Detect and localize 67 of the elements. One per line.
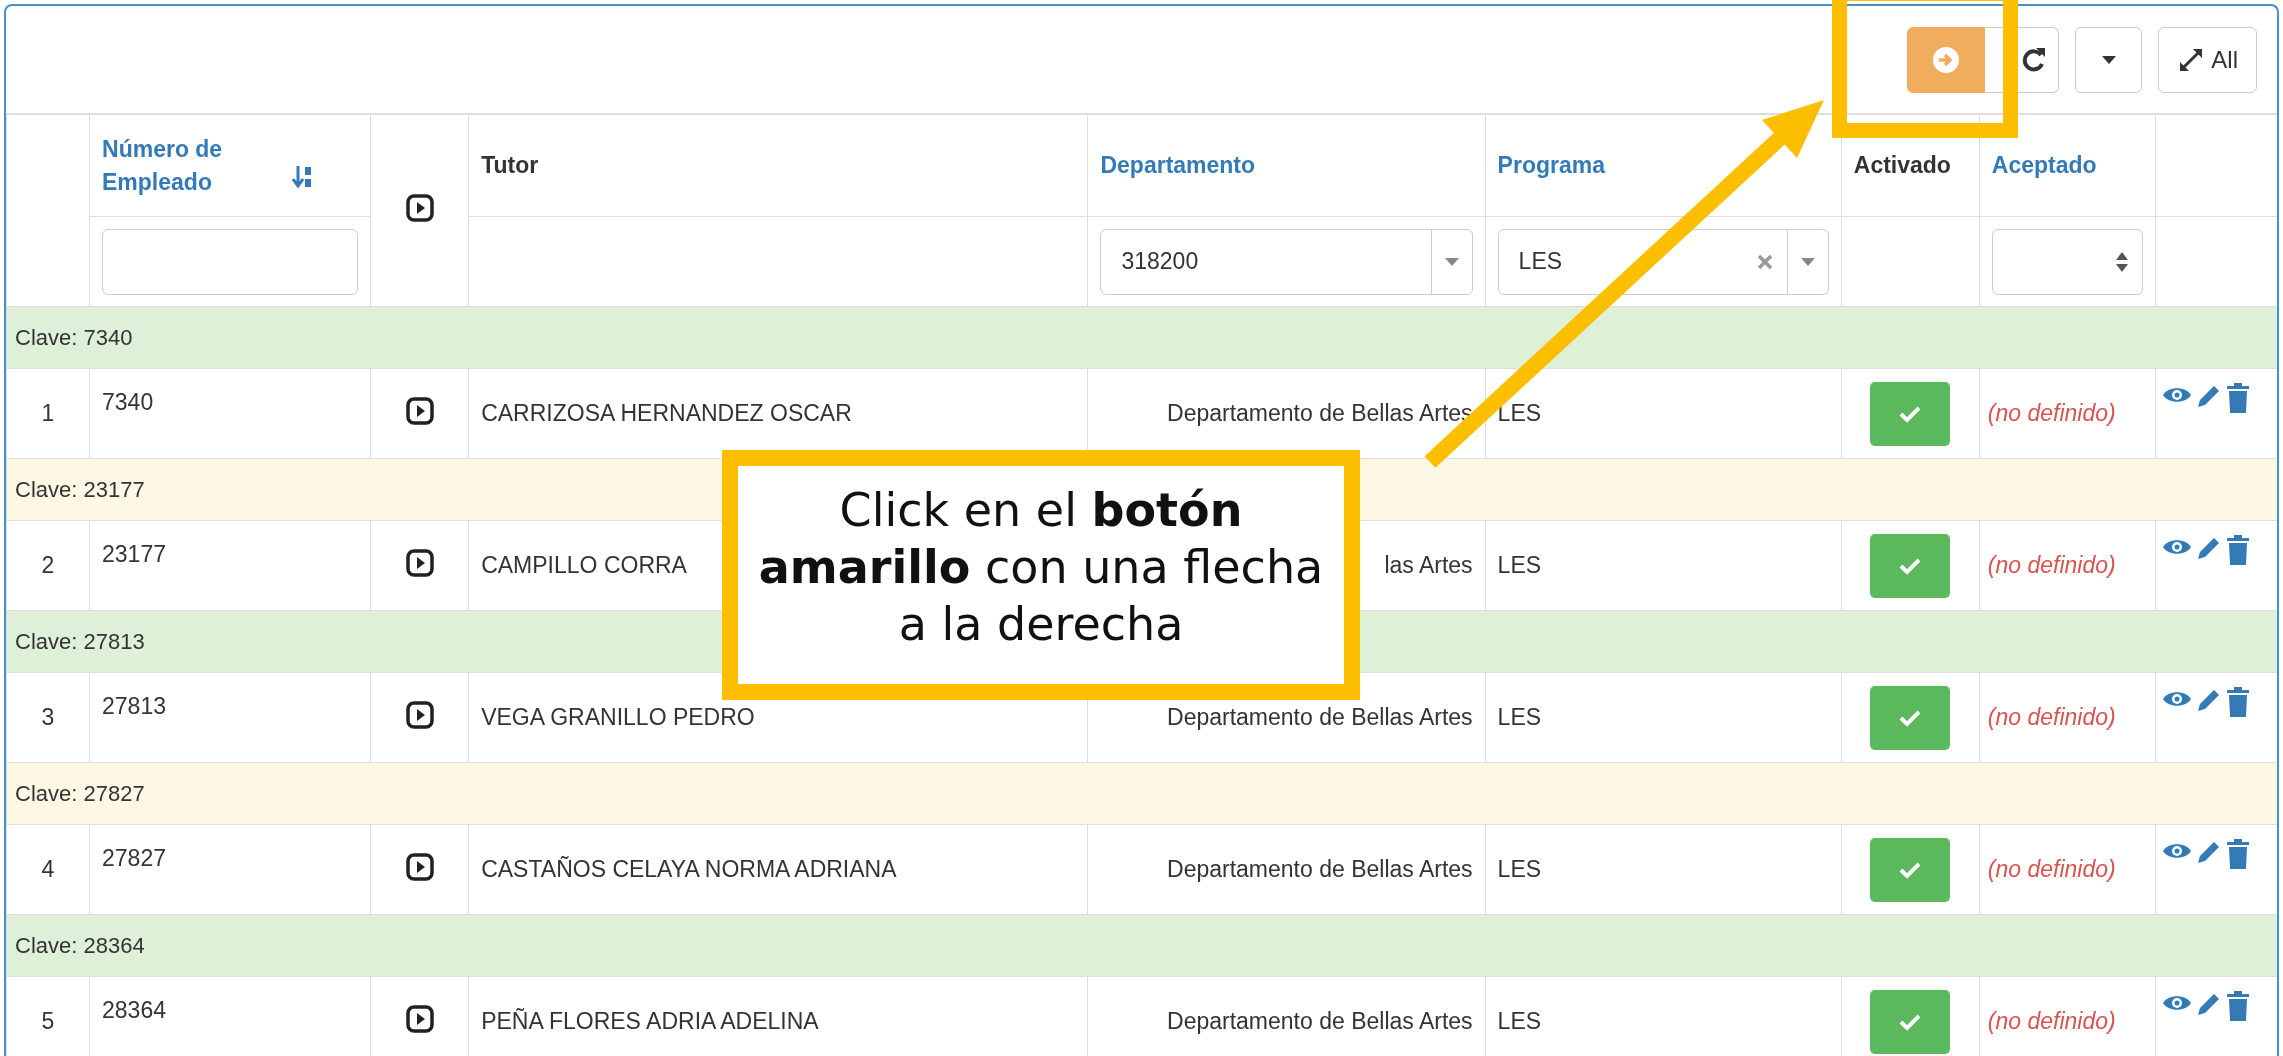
pencil-icon[interactable] (2195, 535, 2222, 561)
trash-icon[interactable] (2225, 991, 2250, 1021)
caret-icon (1800, 257, 1815, 266)
accepted-value: (no definido) (1987, 1008, 2116, 1034)
table-cell: 23177 (89, 520, 371, 611)
pencil-icon[interactable] (2195, 991, 2222, 1017)
accepted-value: (no definido) (1987, 400, 2116, 426)
trash-icon[interactable] (2225, 687, 2250, 717)
accepted-value: (no definido) (1987, 856, 2116, 882)
filter-select[interactable]: 318200 (1100, 228, 1473, 295)
trash-icon[interactable] (2225, 535, 2250, 565)
check-icon (1899, 1012, 1922, 1031)
play-icon[interactable] (405, 548, 434, 577)
column-header: Activado (1853, 151, 1951, 181)
table-cell: 7340 (89, 368, 371, 459)
clear-icon[interactable] (1756, 253, 1773, 270)
row-index: 5 (6, 976, 90, 1056)
row-index: 2 (6, 520, 90, 611)
table-cell: LES (1485, 824, 1842, 915)
caret-icon (2101, 55, 2116, 64)
activated-button[interactable] (1870, 989, 1951, 1054)
table-cell: Departamento de Bellas Artes (1087, 824, 1486, 915)
check-icon (1899, 404, 1922, 423)
column-header[interactable]: Aceptado (1991, 149, 2097, 182)
play-icon[interactable] (405, 1004, 434, 1033)
row-index: 1 (6, 368, 90, 459)
group-row: Clave: 28364 (6, 914, 2277, 977)
play-icon[interactable] (405, 396, 434, 425)
table-cell: LES (1485, 672, 1842, 763)
callout-text: Click en el botón amarillo con una flecha a la derecha (722, 450, 1360, 700)
group-row: Clave: 27827 (6, 762, 2277, 825)
column-header[interactable]: Departamento (1100, 149, 1256, 182)
table-cell: 27813 (89, 672, 371, 763)
play-icon[interactable] (405, 852, 434, 881)
table-cell: LES (1485, 368, 1842, 459)
play-icon[interactable] (405, 700, 434, 729)
pencil-icon[interactable] (2195, 687, 2222, 713)
caret-icon (1444, 257, 1459, 266)
filter-field[interactable] (102, 228, 359, 295)
up-down-icon (2115, 250, 2128, 273)
activated-button[interactable] (1870, 533, 1951, 598)
play-icon[interactable] (405, 193, 434, 222)
column-header: Tutor (481, 151, 539, 181)
activated-button[interactable] (1870, 837, 1951, 902)
arrow-circle-icon (1932, 45, 1961, 74)
pencil-icon[interactable] (2195, 383, 2222, 409)
activated-button[interactable] (1870, 685, 1951, 750)
activated-button[interactable] (1870, 381, 1951, 446)
check-icon (1899, 708, 1922, 727)
pencil-icon[interactable] (2195, 839, 2222, 865)
accepted-value: (no definido) (1987, 704, 2116, 730)
trash-icon[interactable] (2225, 383, 2250, 413)
expand-all-button[interactable]: All (2158, 26, 2257, 93)
table-cell: CASTAÑOS CELAYA NORMA ADRIANA (468, 824, 1088, 915)
check-icon (1899, 556, 1922, 575)
trash-icon[interactable] (2225, 839, 2250, 869)
row-index: 4 (6, 824, 90, 915)
group-row: Clave: 7340 (6, 306, 2277, 369)
row-index: 3 (6, 672, 90, 763)
column-header[interactable]: Programa (1497, 149, 1605, 182)
check-icon (1899, 860, 1922, 879)
accepted-value: (no definido) (1987, 552, 2116, 578)
filter-select[interactable]: LES (1497, 228, 1829, 295)
sort-icon (292, 163, 313, 190)
table-cell: LES (1485, 520, 1842, 611)
table-cell: 27827 (89, 824, 371, 915)
refresh-icon (2022, 46, 2047, 73)
